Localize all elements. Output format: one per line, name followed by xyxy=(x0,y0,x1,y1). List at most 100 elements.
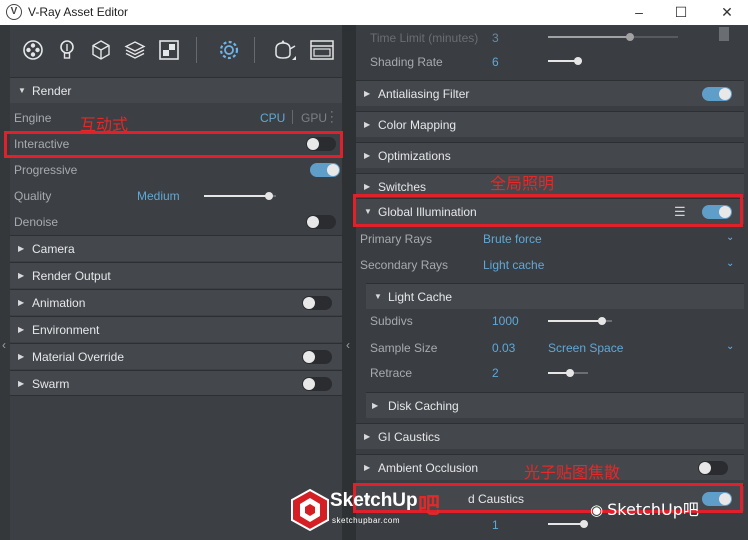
toolbar-separator xyxy=(196,37,197,63)
material-override-section-label: Material Override xyxy=(32,350,125,364)
optimizations-section-label: Optimizations xyxy=(378,149,451,163)
time-limit-slider[interactable] xyxy=(548,33,678,41)
denoise-row: Denoise xyxy=(10,209,342,235)
shading-rate-value[interactable]: 6 xyxy=(492,55,499,69)
materials-icon[interactable] xyxy=(22,39,44,61)
sample-size-mode[interactable]: Screen Space xyxy=(548,341,623,355)
antialiasing-toggle[interactable] xyxy=(702,87,732,101)
primary-rays-value[interactable]: Brute force xyxy=(483,232,542,246)
engine-divider xyxy=(292,110,293,124)
optimizations-section-header[interactable]: ▶ Optimizations xyxy=(356,142,744,168)
light-cache-section-header[interactable]: ▼ Light Cache xyxy=(366,283,744,309)
vray-logo-icon: V xyxy=(6,4,22,20)
retrace-row: Retrace 2 xyxy=(366,360,744,386)
quality-slider-thumb[interactable] xyxy=(265,192,273,200)
minimize-button[interactable]: – xyxy=(628,2,650,22)
caustics-param-slider[interactable] xyxy=(548,520,588,528)
color-mapping-section-header[interactable]: ▶ Color Mapping xyxy=(356,111,744,137)
subdivs-row: Subdivs 1000 xyxy=(366,308,744,334)
subdivs-slider[interactable] xyxy=(548,317,612,325)
caustics-param-slider-thumb[interactable] xyxy=(580,520,588,528)
frame-buffer-icon[interactable] xyxy=(310,39,334,61)
quality-slider[interactable] xyxy=(204,192,276,200)
close-button[interactable]: ✕ xyxy=(716,2,738,22)
render-output-section-header[interactable]: ▶ Render Output xyxy=(10,262,342,288)
secondary-rays-value[interactable]: Light cache xyxy=(483,258,544,272)
color-mapping-section-label: Color Mapping xyxy=(378,118,457,132)
subdivs-label: Subdivs xyxy=(370,314,413,328)
geometry-icon[interactable] xyxy=(90,39,112,61)
textures-icon[interactable] xyxy=(158,39,180,61)
expanded-caret-icon: ▼ xyxy=(374,292,382,301)
gi-caustics-section-label: GI Caustics xyxy=(378,430,441,444)
wechat-watermark-text: SketchUp吧 xyxy=(607,500,699,519)
shading-rate-slider[interactable] xyxy=(548,57,582,65)
sample-size-value[interactable]: 0.03 xyxy=(492,341,515,355)
wechat-watermark: ◉ SketchUp吧 xyxy=(590,496,699,520)
progressive-label: Progressive xyxy=(14,163,78,177)
animation-toggle[interactable] xyxy=(302,296,332,310)
swarm-section-header[interactable]: ▶ Swarm xyxy=(10,370,342,396)
engine-more-icon[interactable]: · · · xyxy=(330,107,334,128)
disk-caching-section-label: Disk Caching xyxy=(388,399,459,413)
quality-label: Quality xyxy=(14,189,52,203)
collapsed-caret-icon: ▶ xyxy=(372,401,379,410)
collapsed-caret-icon: ▶ xyxy=(18,352,25,361)
sample-size-label: Sample Size xyxy=(370,341,438,355)
render-elements-icon[interactable] xyxy=(124,39,146,61)
panel-divider[interactable] xyxy=(342,25,356,540)
material-override-toggle[interactable] xyxy=(302,350,332,364)
subdivs-value[interactable]: 1000 xyxy=(492,314,519,328)
settings-icon[interactable] xyxy=(218,39,240,61)
quality-value[interactable]: Medium xyxy=(137,189,180,203)
scrollbar-thumb[interactable] xyxy=(719,27,729,41)
maximize-button[interactable]: ☐ xyxy=(670,2,692,22)
progressive-toggle[interactable] xyxy=(310,163,340,177)
engine-cpu-option[interactable]: CPU xyxy=(260,111,285,125)
watermark-brand: SketchUp xyxy=(330,490,418,511)
subdivs-slider-fill xyxy=(548,320,602,322)
animation-section-label: Animation xyxy=(32,296,86,310)
retrace-value[interactable]: 2 xyxy=(492,366,499,380)
retrace-slider[interactable] xyxy=(548,369,588,377)
time-limit-row: Time Limit (minutes) 3 xyxy=(366,25,736,51)
quality-slider-fill xyxy=(204,195,269,197)
render-icon[interactable] xyxy=(272,39,298,61)
disk-caching-section-header[interactable]: ▶ Disk Caching xyxy=(366,392,744,418)
sketchup-logo-icon xyxy=(291,488,329,532)
collapse-left-arrow-icon[interactable]: ‹ xyxy=(2,338,6,352)
collapsed-caret-icon: ▶ xyxy=(18,298,25,307)
sample-size-row: Sample Size 0.03 Screen Space ⌄ xyxy=(366,335,744,361)
toolbar-separator xyxy=(254,37,255,63)
material-override-section-header[interactable]: ▶ Material Override xyxy=(10,343,342,369)
chevron-down-icon[interactable]: ⌄ xyxy=(726,232,734,243)
left-collapse-strip[interactable] xyxy=(0,25,10,540)
retrace-slider-thumb[interactable] xyxy=(566,369,574,377)
secondary-rays-label: Secondary Rays xyxy=(360,258,449,272)
environment-section-header[interactable]: ▶ Environment xyxy=(10,316,342,342)
chevron-down-icon[interactable]: ⌄ xyxy=(726,341,734,352)
subdivs-slider-thumb[interactable] xyxy=(598,317,606,325)
swarm-toggle[interactable] xyxy=(302,377,332,391)
lights-icon[interactable] xyxy=(56,39,78,61)
antialiasing-section-header[interactable]: ▶ Antialiasing Filter xyxy=(356,80,744,106)
time-limit-slider-thumb[interactable] xyxy=(626,33,634,41)
chevron-down-icon[interactable]: ⌄ xyxy=(726,258,734,269)
denoise-toggle[interactable] xyxy=(306,215,336,229)
collapsed-caret-icon: ▶ xyxy=(18,325,25,334)
caustics-param-value[interactable]: 1 xyxy=(492,518,499,532)
ambient-occlusion-toggle[interactable] xyxy=(698,461,728,475)
shading-rate-row: Shading Rate 6 xyxy=(366,49,736,75)
animation-section-header[interactable]: ▶ Animation xyxy=(10,289,342,315)
collapse-mid-arrow-icon[interactable]: ‹ xyxy=(346,338,350,352)
title-bar: V V-Ray Asset Editor – ☐ ✕ xyxy=(0,0,748,25)
gi-caustics-section-header[interactable]: ▶ GI Caustics xyxy=(356,423,744,449)
shading-rate-slider-thumb[interactable] xyxy=(574,57,582,65)
camera-section-header[interactable]: ▶ Camera xyxy=(10,235,342,261)
gi-highlight-box xyxy=(353,194,743,227)
collapsed-caret-icon: ▶ xyxy=(364,120,371,129)
render-section-header[interactable]: ▼ Render xyxy=(10,77,342,103)
time-limit-value[interactable]: 3 xyxy=(492,31,499,45)
wechat-icon: ◉ xyxy=(590,501,604,519)
engine-gpu-option[interactable]: GPU xyxy=(301,111,327,125)
